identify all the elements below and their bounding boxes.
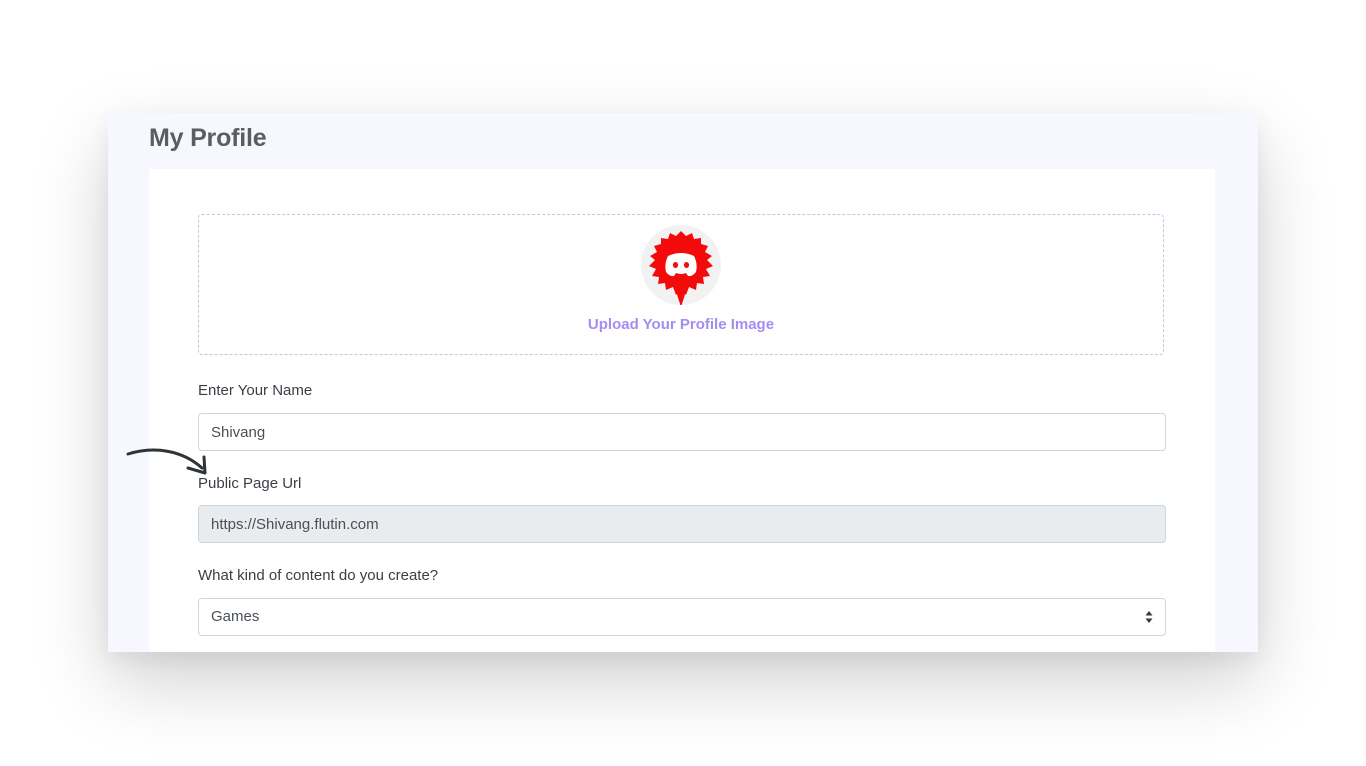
curved-arrow-icon — [126, 448, 207, 475]
upload-profile-image-label[interactable]: Upload Your Profile Image — [199, 316, 1163, 333]
profile-card: Upload Your Profile Image Enter Your Nam… — [149, 169, 1215, 652]
content-type-label: What kind of content do you create? — [198, 567, 439, 584]
content-type-select[interactable]: Games — [198, 598, 1166, 636]
page-title: My Profile — [149, 124, 267, 152]
page-canvas: My Profile Upload Your Profile Image Ent… — [0, 0, 1366, 766]
name-field-label: Enter Your Name — [198, 382, 313, 399]
name-input[interactable] — [198, 413, 1166, 451]
content-type-selected-value: Games — [211, 608, 260, 625]
profile-image-upload-dropzone[interactable]: Upload Your Profile Image — [198, 214, 1164, 355]
profile-panel: My Profile Upload Your Profile Image Ent… — [108, 113, 1258, 652]
red-discord-bearded-mascot-icon — [649, 231, 713, 305]
select-up-down-icon — [1145, 611, 1153, 623]
public-url-field[interactable] — [198, 505, 1166, 543]
avatar[interactable] — [641, 225, 721, 305]
